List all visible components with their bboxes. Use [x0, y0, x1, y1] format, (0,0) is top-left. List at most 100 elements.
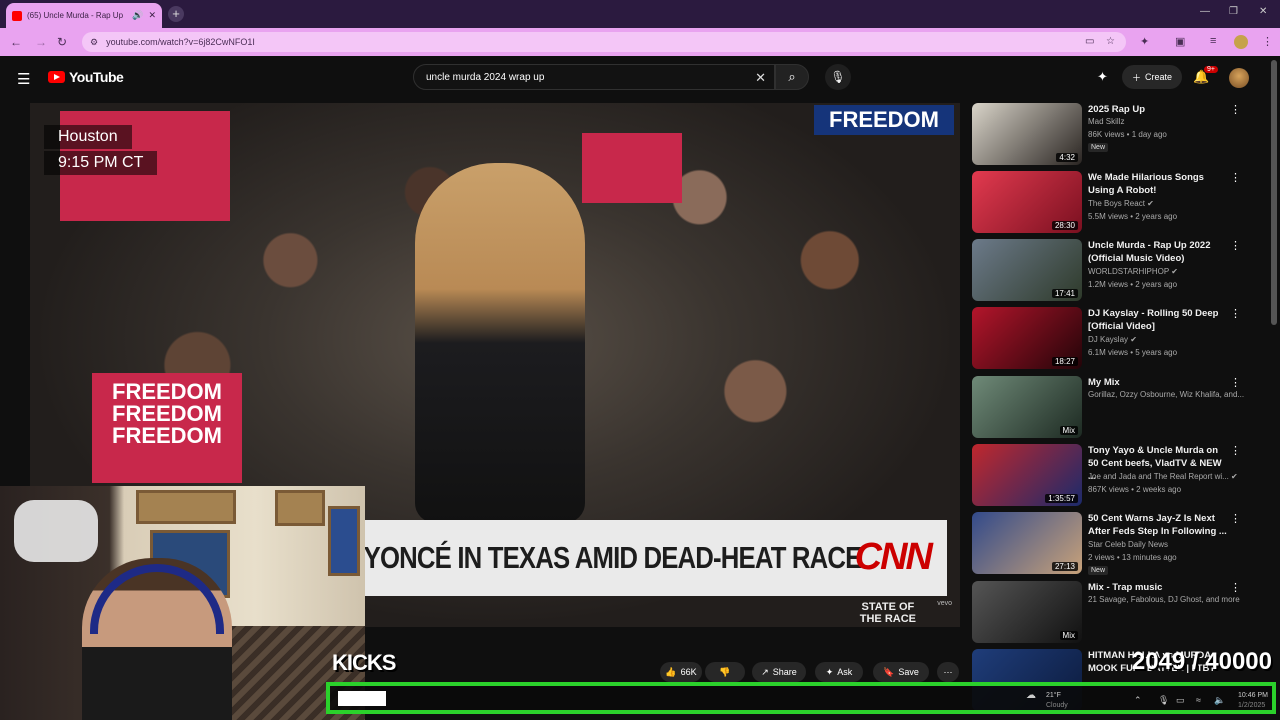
video-title[interactable]: We Made Hilarious Songs Using A Robot!: [1088, 171, 1228, 197]
video-title[interactable]: 50 Cent Warns Jay-Z Is Next After Feds S…: [1088, 512, 1228, 538]
recommended-video[interactable]: Mix My Mix Gorillaz, Ozzy Osbourne, Wiz Kh…: [972, 376, 1250, 440]
video-thumbnail[interactable]: Mix: [972, 376, 1082, 438]
video-duration: 4:32: [1056, 153, 1078, 162]
create-button[interactable]: ＋ Create: [1122, 65, 1182, 89]
ai-sparkle-icon[interactable]: ✦: [1097, 69, 1108, 85]
video-thumbnail[interactable]: 1:35:57: [972, 444, 1082, 506]
new-tab-button[interactable]: +: [168, 6, 184, 22]
channel-name[interactable]: 21 Savage, Fabolous, DJ Ghost, and more: [1088, 595, 1240, 604]
reload-icon[interactable]: ↻: [57, 35, 67, 49]
channel-name[interactable]: Gorillaz, Ozzy Osbourne, Wiz Khalifa, an…: [1088, 390, 1244, 399]
dislike-button[interactable]: 👎: [705, 662, 745, 682]
recommended-video[interactable]: 18:27 DJ Kayslay - Rolling 50 Deep [Offic…: [972, 307, 1250, 371]
search-button[interactable]: ⌕: [775, 64, 809, 90]
new-badge: New: [1088, 143, 1109, 152]
forward-icon[interactable]: →: [35, 35, 47, 49]
plus-icon: ＋: [1131, 72, 1141, 83]
stream-goal-label: KICKS: [332, 650, 396, 675]
more-actions-button[interactable]: ⋯: [937, 662, 959, 682]
video-thumbnail[interactable]: Mix: [972, 581, 1082, 643]
recommended-video[interactable]: 17:41 Uncle Murda - Rap Up 2022 (Official…: [972, 239, 1250, 303]
news-time: 9:15 PM CT: [44, 151, 158, 175]
like-button[interactable]: 👍 66K: [660, 662, 702, 682]
channel-name-text: 21 Savage, Fabolous, DJ Ghost, and more: [1088, 595, 1240, 604]
address-bar[interactable]: ⚙ youtube.com/watch?v=6j82CwNFO1I: [82, 32, 1126, 52]
verified-icon: ✔: [1128, 335, 1137, 344]
more-options-icon[interactable]: ⋮: [1230, 307, 1241, 320]
show-title-line1: STATE OF: [861, 600, 915, 613]
url-text: youtube.com/watch?v=6j82CwNFO1I: [106, 37, 255, 47]
video-meta: 2 views • 13 minutes ago: [1088, 553, 1177, 562]
share-button[interactable]: ↗ Share: [752, 662, 806, 682]
recommended-video[interactable]: Mix Mix - Trap music 21 Savage, Fabolous, …: [972, 581, 1250, 645]
browser-tab[interactable]: (65) Uncle Murda - Rap Up 🔊 ✕: [6, 3, 162, 28]
tray-icon[interactable]: ▭: [1176, 695, 1185, 706]
news-location: Houston: [44, 125, 132, 149]
channel-name[interactable]: The Boys React ✔: [1088, 199, 1154, 208]
profile-avatar[interactable]: [1234, 35, 1248, 49]
media-controls-icon[interactable]: ≡: [1210, 35, 1216, 47]
more-options-icon[interactable]: ⋮: [1230, 171, 1241, 184]
webcam-overlay: [0, 486, 365, 720]
save-button[interactable]: 🔖 Save: [873, 662, 929, 682]
search-input[interactable]: uncle murda 2024 wrap up ✕: [413, 64, 775, 90]
cast-icon[interactable]: ▭: [1085, 36, 1094, 47]
volume-icon[interactable]: 🔈: [1214, 695, 1225, 706]
browser-toolbar: ← → ↻ ⚙ youtube.com/watch?v=6j82CwNFO1I …: [0, 28, 1280, 56]
more-options-icon[interactable]: ⋮: [1230, 103, 1241, 116]
channel-name[interactable]: DJ Kayslay ✔: [1088, 335, 1137, 344]
more-options-icon[interactable]: ⋮: [1230, 512, 1241, 525]
search-query: uncle murda 2024 wrap up: [426, 71, 545, 83]
channel-name[interactable]: Mad Skillz: [1088, 117, 1124, 126]
more-options-icon[interactable]: ⋮: [1230, 444, 1241, 457]
video-thumbnail[interactable]: 4:32: [972, 103, 1082, 165]
video-title[interactable]: DJ Kayslay - Rolling 50 Deep [Official V…: [1088, 307, 1228, 333]
youtube-logo[interactable]: YouTube: [48, 69, 124, 85]
video-title[interactable]: My Mix: [1088, 376, 1228, 389]
video-title[interactable]: Uncle Murda - Rap Up 2022 (Official Musi…: [1088, 239, 1228, 265]
sidebar-icon[interactable]: ▣: [1175, 35, 1185, 48]
channel-name-text: DJ Kayslay: [1088, 335, 1129, 344]
browser-tab-strip: (65) Uncle Murda - Rap Up 🔊 ✕ + — ❐ ✕: [0, 0, 1280, 28]
minimize-icon[interactable]: —: [1200, 6, 1210, 17]
crowd-sign-freedom-stack: FREEDOM FREEDOM FREEDOM: [92, 373, 242, 483]
window-close-icon[interactable]: ✕: [1259, 6, 1267, 17]
voice-search-button[interactable]: 🎙: [825, 64, 851, 90]
wifi-icon[interactable]: ≈: [1196, 695, 1201, 705]
tray-icon[interactable]: 🎙: [1158, 695, 1169, 706]
recommended-video[interactable]: 28:30 We Made Hilarious Songs Using A Rob…: [972, 171, 1250, 235]
channel-name[interactable]: WORLDSTARHIPHOP ✔: [1088, 267, 1178, 276]
video-thumbnail[interactable]: 18:27: [972, 307, 1082, 369]
verified-icon: ✔: [1228, 472, 1238, 481]
speaker-icon[interactable]: 🔊: [132, 10, 143, 21]
browser-menu-icon[interactable]: ⋮: [1262, 35, 1273, 48]
menu-icon[interactable]: ☰: [17, 70, 30, 88]
channel-name[interactable]: Star Celeb Daily News: [1088, 540, 1168, 549]
page-scrollbar[interactable]: [1271, 60, 1277, 325]
maximize-icon[interactable]: ❐: [1229, 6, 1238, 17]
back-icon[interactable]: ←: [10, 35, 22, 49]
recommended-video[interactable]: 4:32 2025 Rap Up Mad Skillz 86K views • 1 d…: [972, 103, 1250, 167]
show-title: STATE OF THE RACE: [860, 601, 916, 625]
channel-name[interactable]: Joe and Jada and The Real Report wi... ✔: [1088, 472, 1238, 481]
video-title[interactable]: Mix - Trap music: [1088, 581, 1228, 594]
ask-button[interactable]: ✦ Ask: [815, 662, 863, 682]
more-options-icon[interactable]: ⋮: [1230, 239, 1241, 252]
extensions-icon[interactable]: ✦: [1140, 35, 1149, 48]
video-thumbnail[interactable]: 27:13: [972, 512, 1082, 574]
tab-close-icon[interactable]: ✕: [148, 10, 156, 21]
video-thumbnail[interactable]: 17:41: [972, 239, 1082, 301]
video-thumbnail[interactable]: 28:30: [972, 171, 1082, 233]
bookmark-star-icon[interactable]: ☆: [1106, 36, 1115, 47]
recommended-video[interactable]: 27:13 50 Cent Warns Jay-Z Is Next After F…: [972, 512, 1250, 576]
more-options-icon[interactable]: ⋮: [1230, 581, 1241, 594]
more-options-icon[interactable]: ⋮: [1230, 376, 1241, 389]
video-title[interactable]: 2025 Rap Up: [1088, 103, 1228, 116]
clear-search-icon[interactable]: ✕: [755, 70, 766, 86]
news-chyron: YONCÉ IN TEXAS AMID DEAD-HEAT RACE CNN: [362, 520, 947, 596]
verified-icon: ✔: [1169, 267, 1178, 276]
tray-chevron-icon[interactable]: ⌃: [1134, 695, 1142, 706]
site-info-icon[interactable]: ⚙: [90, 37, 98, 48]
account-avatar[interactable]: [1229, 68, 1249, 88]
recommended-video[interactable]: 1:35:57 Tony Yayo & Uncle Murda on 50 Cen…: [972, 444, 1250, 508]
